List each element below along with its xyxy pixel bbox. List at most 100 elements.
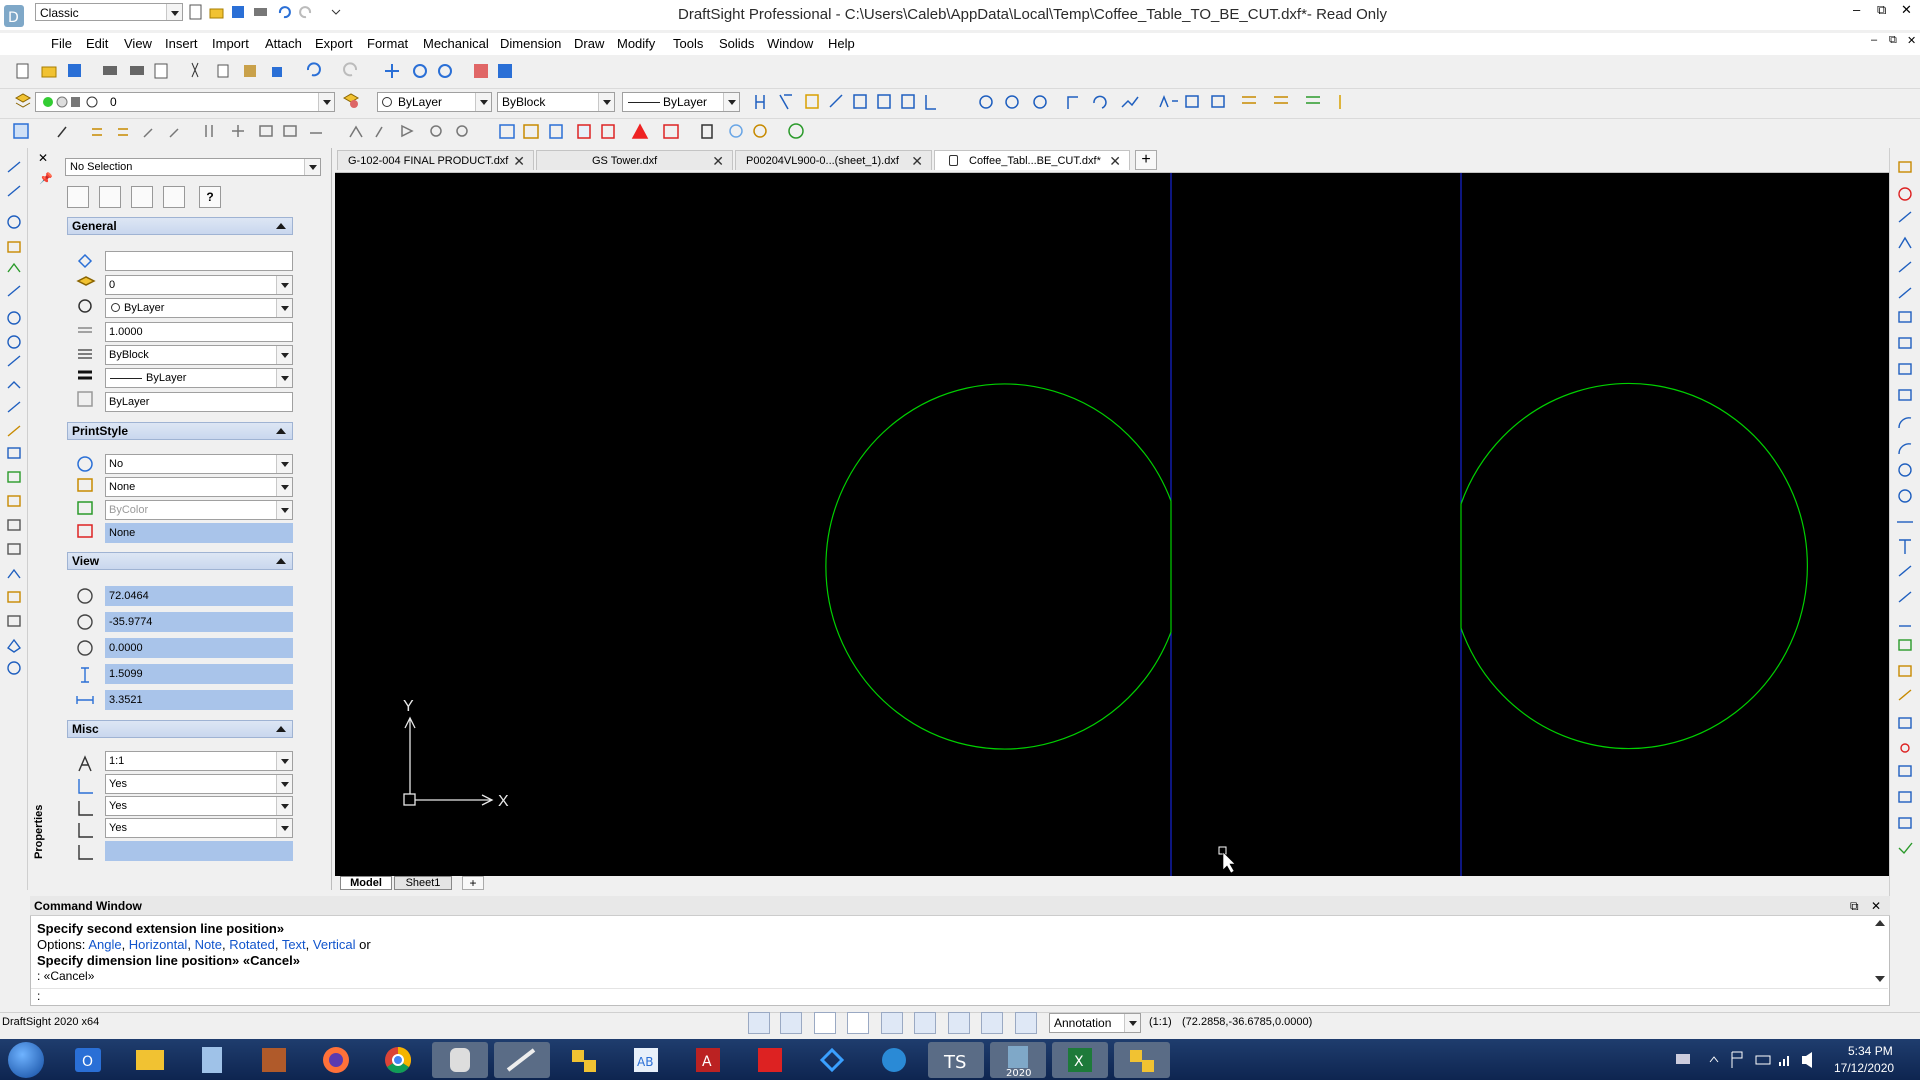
etrack-toggle[interactable] xyxy=(914,1012,936,1034)
layer-select[interactable]: 0 xyxy=(35,92,335,112)
tab-model[interactable]: Model xyxy=(340,876,392,890)
option-text[interactable]: Text xyxy=(282,937,306,952)
file-explorer-icon[interactable] xyxy=(122,1042,178,1078)
doc-minimize-icon[interactable]: – xyxy=(1871,34,1877,46)
option-note[interactable]: Note xyxy=(195,937,222,952)
general-field-4[interactable]: ByBlock xyxy=(105,345,293,365)
printstyle-field-0[interactable]: No xyxy=(105,454,293,474)
calculator-icon[interactable] xyxy=(184,1042,240,1078)
misc-field-2[interactable]: Yes xyxy=(105,796,293,816)
menu-insert[interactable]: Insert xyxy=(165,36,198,51)
dynamic-input-toggle[interactable] xyxy=(1015,1012,1037,1034)
menu-modify[interactable]: Modify xyxy=(617,36,655,51)
app-logo-icon[interactable]: D xyxy=(2,2,28,30)
command-scrollbar[interactable] xyxy=(1872,918,1888,986)
chalk-app-icon[interactable] xyxy=(246,1042,302,1078)
section-printstyle-header[interactable]: PrintStyle xyxy=(67,422,293,440)
menu-view[interactable]: View xyxy=(124,36,152,51)
option-angle[interactable]: Angle xyxy=(88,937,121,952)
command-window-close-icon[interactable]: ✕ xyxy=(1871,899,1881,913)
tab-sheet1[interactable]: Sheet1 xyxy=(394,876,452,890)
add-layout-button[interactable]: + xyxy=(462,876,484,890)
section-view-header[interactable]: View xyxy=(67,552,293,570)
general-field-3[interactable]: 1.0000 xyxy=(105,322,293,342)
doc-close-icon[interactable]: ✕ xyxy=(1907,34,1916,47)
menu-window[interactable]: Window xyxy=(767,36,813,51)
firefox-icon[interactable] xyxy=(308,1042,364,1078)
selection-select[interactable]: No Selection xyxy=(65,158,321,176)
section-misc-header[interactable]: Misc xyxy=(67,720,293,738)
menu-import[interactable]: Import xyxy=(212,36,249,51)
select-objects-icon[interactable] xyxy=(99,186,121,208)
help-icon[interactable]: ? xyxy=(199,186,221,208)
general-field-1[interactable]: 0 xyxy=(105,275,293,295)
tab-close-icon[interactable]: ✕ xyxy=(911,151,923,171)
clock-date[interactable]: 17/12/2020 xyxy=(1834,1061,1894,1075)
app-grey-icon[interactable] xyxy=(432,1042,488,1078)
drawing-pen-icon[interactable] xyxy=(494,1042,550,1078)
printstyle-field-1[interactable]: None xyxy=(105,477,293,497)
lweight-toggle[interactable] xyxy=(948,1012,970,1034)
panel-pin-icon[interactable]: 📌 xyxy=(39,172,53,185)
general-field-6[interactable]: ByLayer xyxy=(105,392,293,412)
new-tab-button[interactable]: + xyxy=(1135,150,1157,170)
access-icon[interactable]: A xyxy=(680,1042,736,1078)
command-window-float-icon[interactable]: ⧉ xyxy=(1850,899,1859,914)
section-general-header[interactable]: General xyxy=(67,217,293,235)
lineweight-select[interactable]: ByLayer xyxy=(622,92,740,112)
layer-state-icon[interactable] xyxy=(342,92,360,110)
chrome-icon[interactable] xyxy=(370,1042,426,1078)
ortho-toggle[interactable] xyxy=(847,1012,869,1034)
menu-mechanical[interactable]: Mechanical xyxy=(423,36,489,51)
menu-file[interactable]: File xyxy=(51,36,72,51)
tab-g102[interactable]: G-102-004 FINAL PRODUCT.dxf ✕ xyxy=(337,150,534,170)
vscode-icon[interactable] xyxy=(804,1042,860,1078)
tab-coffee-table[interactable]: Coffee_Tabl...BE_CUT.dxf* ✕ xyxy=(934,150,1130,170)
draftsight-icon[interactable]: 2020 xyxy=(990,1042,1046,1079)
general-field-2[interactable]: ByLayer xyxy=(105,298,293,318)
minimize-icon[interactable]: – xyxy=(1853,2,1860,17)
menu-draw[interactable]: Draw xyxy=(574,36,604,51)
tab-close-icon[interactable]: ✕ xyxy=(712,151,724,171)
linestyle-select[interactable]: ByBlock xyxy=(497,92,615,112)
option-vertical[interactable]: Vertical xyxy=(313,937,356,952)
autodesk2-icon[interactable] xyxy=(1114,1042,1170,1078)
excel-icon[interactable]: X xyxy=(1052,1042,1108,1078)
grid-toggle[interactable] xyxy=(814,1012,836,1034)
polar-toggle[interactable] xyxy=(881,1012,903,1034)
model-toggle[interactable] xyxy=(981,1012,1003,1034)
annotation-select[interactable]: Annotation xyxy=(1049,1013,1141,1033)
misc-field-3[interactable]: Yes xyxy=(105,818,293,838)
doc-restore-icon[interactable]: ⧉ xyxy=(1889,34,1897,47)
command-input[interactable]: : xyxy=(31,988,1888,1004)
menu-attach[interactable]: Attach xyxy=(265,36,302,51)
general-field-0[interactable] xyxy=(105,251,293,271)
outlook-icon[interactable]: O xyxy=(60,1042,116,1078)
quick-select-icon[interactable] xyxy=(67,186,89,208)
panel-close-icon[interactable]: ✕ xyxy=(38,151,48,165)
menu-format[interactable]: Format xyxy=(367,36,408,51)
menu-export[interactable]: Export xyxy=(315,36,353,51)
misc-field-0[interactable]: 1:1 xyxy=(105,751,293,771)
restore-icon[interactable]: ⧉ xyxy=(1877,2,1886,18)
pickadd-icon[interactable] xyxy=(131,186,153,208)
menu-edit[interactable]: Edit xyxy=(86,36,108,51)
word-ab-icon[interactable]: AB xyxy=(618,1042,674,1078)
snap-toggle[interactable] xyxy=(748,1012,770,1034)
solidworks-icon[interactable] xyxy=(742,1042,798,1078)
option-rotated[interactable]: Rotated xyxy=(229,937,275,952)
tab-p00204[interactable]: P00204VL900-0...(sheet_1).dxf ✕ xyxy=(735,150,932,170)
scroll-down-icon[interactable] xyxy=(1875,976,1885,982)
workspace-select[interactable]: Classic xyxy=(35,3,183,21)
menu-help[interactable]: Help xyxy=(828,36,855,51)
tab-close-icon[interactable]: ✕ xyxy=(1109,151,1121,171)
speed-app-icon[interactable] xyxy=(866,1042,922,1078)
autodesk-icon[interactable] xyxy=(556,1042,612,1078)
menu-dimension[interactable]: Dimension xyxy=(500,36,561,51)
layer-manager-icon[interactable] xyxy=(14,92,32,110)
misc-field-1[interactable]: Yes xyxy=(105,774,293,794)
start-button[interactable] xyxy=(8,1042,44,1078)
general-field-5[interactable]: ByLayer xyxy=(105,368,293,388)
clock-time[interactable]: 5:34 PM xyxy=(1848,1044,1893,1058)
menu-solids[interactable]: Solids xyxy=(719,36,754,51)
